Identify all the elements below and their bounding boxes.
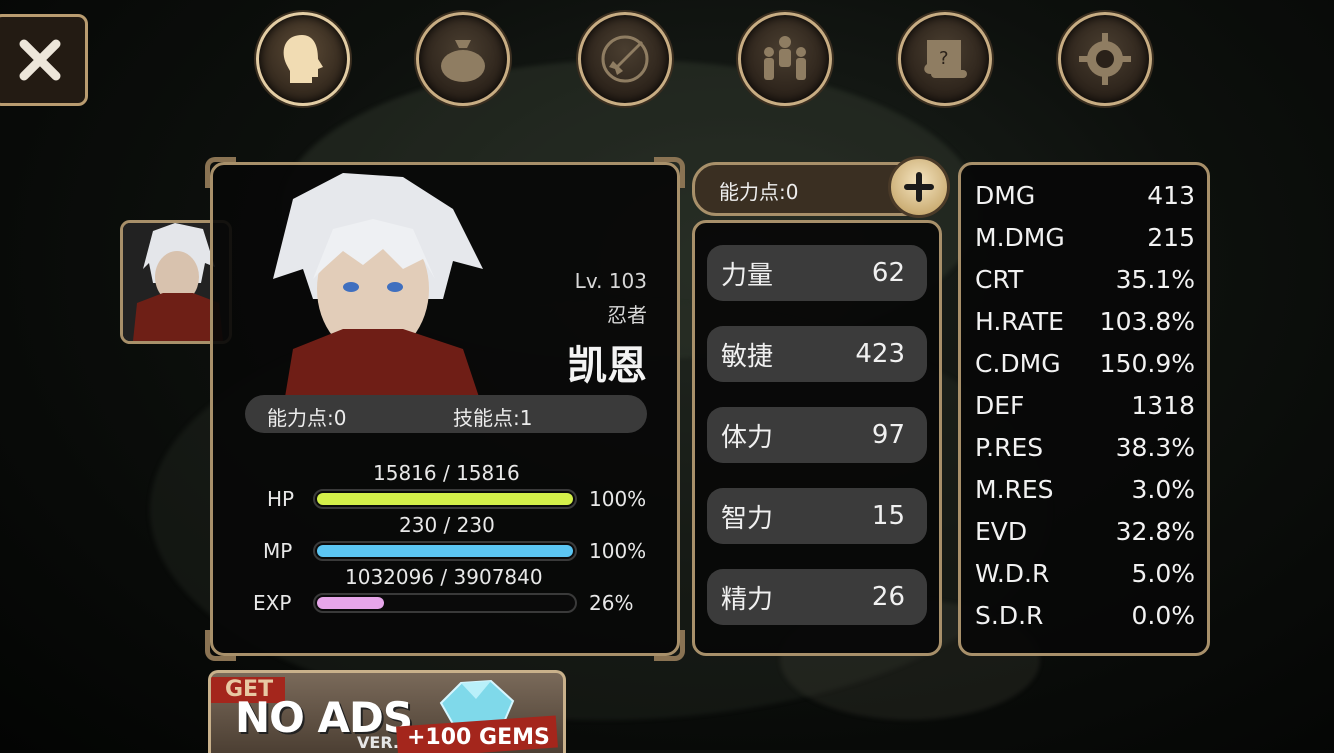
tab-equipment[interactable] [578,12,672,106]
stat-value: 15 [871,501,905,531]
derived-value: 103.8% [1099,307,1195,336]
derived-value: 32.8% [1115,517,1195,546]
stat-value: 423 [855,339,905,369]
add-points-button[interactable] [888,156,950,218]
derived-label: CRT [975,265,1024,294]
stat-row-spirit: 精力 26 [707,569,927,625]
derived-label: M.DMG [975,223,1065,252]
panel-corner-tl [205,157,236,188]
stat-value: 97 [871,420,905,450]
exp-label: EXP [253,591,292,615]
derived-row: EVD 32.8% [975,517,1195,546]
derived-label: W.D.R [975,559,1050,588]
derived-row: CRT 35.1% [975,265,1195,294]
derived-row: P.RES 38.3% [975,433,1195,462]
derived-stats-panel: DMG 413 M.DMG 215 CRT 35.1% H.RATE 103.8% C.… [958,162,1210,656]
tab-party[interactable] [738,12,832,106]
tab-bag[interactable] [416,12,510,106]
mp-bar [313,541,577,561]
derived-value: 35.1% [1115,265,1195,294]
derived-value: 38.3% [1115,433,1195,462]
derived-label: M.RES [975,475,1054,504]
panel-corner-br [654,630,685,661]
exp-values: 1032096 / 3907840 [345,565,543,589]
derived-value: 0.0% [1131,601,1195,630]
derived-label: DEF [975,391,1025,420]
hp-percent: 100% [589,487,647,511]
stat-row-vitality: 体力 97 [707,407,927,463]
points-bar: 能力点:0 技能点:1 [245,395,647,433]
derived-row: M.DMG 215 [975,223,1195,252]
panel-corner-bl [205,630,236,661]
derived-value: 3.0% [1131,475,1195,504]
scroll-icon: ? [924,40,967,78]
stat-row-agility: 敏捷 423 [707,326,927,382]
bag-icon [441,40,485,82]
stat-label: 敏捷 [721,341,774,372]
derived-row: S.D.R 0.0% [975,601,1195,630]
stat-value: 62 [871,258,905,288]
hp-values: 15816 / 15816 [373,461,520,485]
mp-label: MP [263,539,293,563]
derived-row: C.DMG 150.9% [975,349,1195,378]
stat-label: 体力 [721,422,774,453]
tab-character[interactable] [256,12,350,106]
derived-row: DEF 1318 [975,391,1195,420]
panel-corner-tr [654,157,685,188]
ability-points-header-label: 能力点:0 [719,180,799,204]
skill-points: 技能点:1 [453,406,533,430]
sword-shield-icon [601,35,649,83]
derived-value: 5.0% [1131,559,1195,588]
hp-label: HP [267,487,295,511]
mp-percent: 100% [589,539,647,563]
no-ads-banner[interactable]: GET NO ADS VER. +100 GEMS [208,670,566,753]
close-icon [19,39,61,81]
derived-label: C.DMG [975,349,1061,378]
derived-row: DMG 413 [975,181,1195,210]
exp-bar [313,593,577,613]
derived-label: DMG [975,181,1036,210]
derived-value: 150.9% [1099,349,1195,378]
tab-quest[interactable]: ? [898,12,992,106]
derived-label: S.D.R [975,601,1044,630]
stat-label: 力量 [721,260,774,291]
svg-text:?: ? [939,48,949,69]
character-class: 忍者 [607,303,647,327]
stat-row-strength: 力量 62 [707,245,927,301]
character-portrait [273,173,483,409]
stat-label: 智力 [721,503,774,534]
derived-value: 413 [1147,181,1195,210]
character-name: 凯恩 [567,343,647,389]
stat-value: 26 [871,582,905,612]
derived-value: 1318 [1131,391,1195,420]
tab-settings[interactable] [1058,12,1152,106]
derived-label: P.RES [975,433,1044,462]
character-panel: Lv. 103 忍者 凯恩 能力点:0 技能点:1 15816 / 15816 … [205,157,685,661]
derived-row: H.RATE 103.8% [975,307,1195,336]
exp-percent: 26% [589,591,634,615]
gear-icon [1079,33,1131,85]
base-stats-panel: 力量 62 敏捷 423 体力 97 智力 15 精力 26 [692,220,942,656]
derived-row: W.D.R 5.0% [975,559,1195,588]
head-icon [283,35,323,83]
close-button[interactable] [0,14,88,106]
people-icon [764,36,806,80]
hp-bar [313,489,577,509]
character-level: Lv. 103 [574,269,647,293]
banner-gems: +100 GEMS [407,725,550,750]
stat-row-intelligence: 智力 15 [707,488,927,544]
plus-icon [904,172,934,202]
derived-label: EVD [975,517,1028,546]
stat-label: 精力 [721,584,774,615]
mp-values: 230 / 230 [399,513,495,537]
ability-points: 能力点:0 [267,406,347,430]
hp-bar-fill [317,493,573,505]
derived-value: 215 [1147,223,1195,252]
derived-label: H.RATE [975,307,1064,336]
derived-row: M.RES 3.0% [975,475,1195,504]
mp-bar-fill [317,545,573,557]
exp-bar-fill [317,597,384,609]
banner-ver: VER. [357,733,400,752]
